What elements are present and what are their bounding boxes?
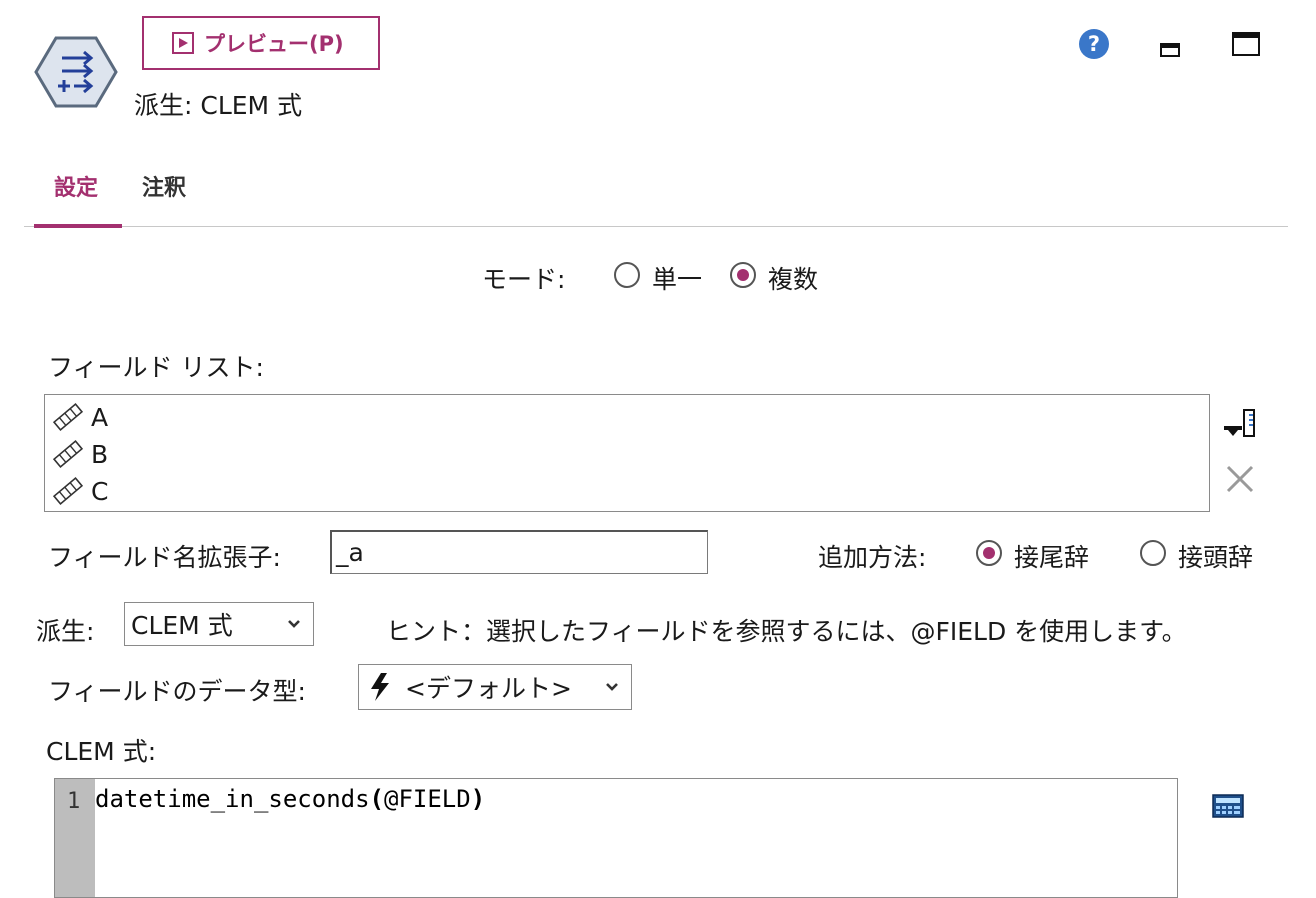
list-item[interactable]: C: [51, 473, 108, 509]
derive-node-icon: [34, 36, 118, 108]
tab-settings[interactable]: 設定: [54, 170, 98, 202]
field-picker-icon[interactable]: [1222, 408, 1258, 442]
data-type-select[interactable]: <デフォルト>: [358, 664, 632, 710]
data-type-label: フィールドのデータ型:: [48, 677, 306, 706]
calculator-icon[interactable]: [1212, 794, 1244, 822]
field-list-label: フィールド リスト:: [48, 353, 264, 382]
extension-input[interactable]: _a: [330, 530, 708, 574]
code-argument: @FIELD: [384, 785, 471, 813]
prefix-radio[interactable]: [1140, 540, 1166, 566]
add-method-label: 追加方法:: [818, 543, 927, 572]
tab-notes[interactable]: 注釈: [142, 170, 186, 202]
extension-label: フィールド名拡張子:: [48, 543, 281, 572]
mode-label: モード:: [482, 265, 566, 294]
list-item[interactable]: A: [51, 399, 108, 435]
play-icon: [172, 32, 194, 54]
list-item[interactable]: B: [51, 436, 108, 472]
preview-button-label: プレビュー(P): [204, 32, 344, 56]
clem-code: datetime_in_seconds(@FIELD): [95, 785, 485, 813]
mode-single-radio[interactable]: [614, 262, 640, 288]
default-type-icon: [371, 673, 389, 701]
data-type-select-value: <デフォルト>: [405, 674, 572, 703]
field-name: B: [91, 439, 109, 469]
field-list[interactable]: A B C: [44, 394, 1210, 512]
field-name: A: [91, 402, 109, 432]
field-name: C: [91, 476, 109, 506]
mode-multiple-label: 複数: [768, 265, 819, 294]
minimize-icon[interactable]: [1160, 42, 1180, 57]
maximize-icon[interactable]: [1232, 32, 1260, 56]
svg-text:?: ?: [1088, 32, 1100, 56]
active-tab-indicator: [34, 224, 122, 228]
prefix-label: 接頭辞: [1178, 543, 1254, 572]
hint-text: ヒント：選択したフィールドを参照するには、@FIELD を使用します。: [386, 617, 1187, 646]
preview-button[interactable]: プレビュー(P): [142, 16, 380, 70]
chevron-down-icon: [288, 620, 300, 628]
derive-label: 派生:: [36, 617, 95, 646]
tab-divider: [24, 226, 1288, 227]
mode-multiple-radio[interactable]: [730, 262, 756, 288]
clem-label: CLEM 式:: [46, 737, 157, 766]
derive-select-value: CLEM 式: [131, 611, 233, 640]
suffix-label: 接尾辞: [1014, 543, 1090, 572]
continuous-field-icon: [52, 403, 84, 431]
clem-editor[interactable]: 1 datetime_in_seconds(@FIELD): [54, 778, 1178, 898]
chevron-down-icon: [606, 683, 618, 691]
suffix-radio[interactable]: [976, 540, 1002, 566]
delete-icon[interactable]: [1224, 464, 1256, 498]
code-open-paren: (: [369, 785, 384, 813]
mode-single-label: 単一: [652, 265, 703, 294]
continuous-field-icon: [52, 477, 84, 505]
code-function: datetime_in_seconds: [95, 785, 370, 813]
help-icon[interactable]: ?: [1078, 28, 1110, 60]
code-close-paren: ): [470, 785, 486, 813]
line-number: 1: [67, 789, 81, 814]
continuous-field-icon: [52, 440, 84, 468]
node-title: 派生: CLEM 式: [134, 91, 303, 120]
derive-select[interactable]: CLEM 式: [124, 602, 314, 646]
